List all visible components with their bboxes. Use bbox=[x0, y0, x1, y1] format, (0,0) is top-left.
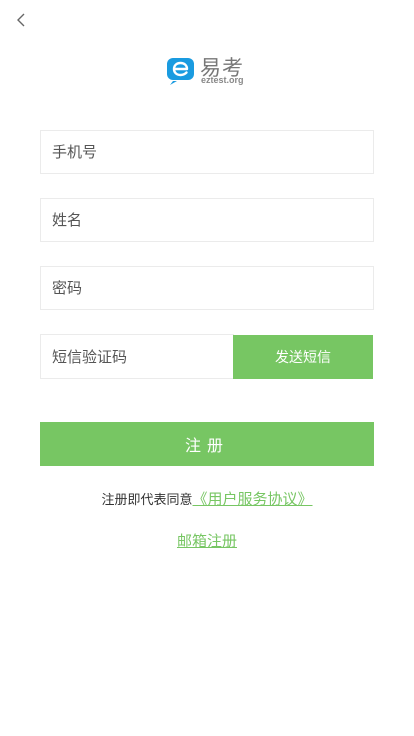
sms-code-input[interactable] bbox=[41, 335, 233, 378]
phone-input[interactable] bbox=[41, 131, 373, 173]
brand-logo: 易考 eztest.org bbox=[166, 54, 250, 88]
email-register-link[interactable]: 邮箱注册 bbox=[177, 532, 237, 550]
sms-code-field bbox=[40, 334, 234, 379]
agreement-text: 注册即代表同意《用户服务协议》 bbox=[0, 488, 414, 509]
email-register-row: 邮箱注册 bbox=[0, 530, 414, 551]
chevron-left-icon bbox=[17, 13, 25, 27]
register-button[interactable]: 注册 bbox=[40, 422, 374, 466]
password-field bbox=[40, 266, 374, 310]
agreement-prefix: 注册即代表同意 bbox=[101, 493, 193, 508]
name-field bbox=[40, 198, 374, 242]
name-input[interactable] bbox=[41, 199, 373, 241]
register-page: 易考 eztest.org 发送短信 注册 注册即代表同意《用户服务协议》 邮箱… bbox=[0, 0, 414, 736]
send-sms-button[interactable]: 发送短信 bbox=[233, 335, 373, 379]
eztest-logo-icon bbox=[167, 58, 194, 85]
password-input[interactable] bbox=[41, 267, 373, 309]
brand-name-en: eztest.org bbox=[201, 75, 244, 85]
user-agreement-link[interactable]: 《用户服务协议》 bbox=[193, 490, 313, 508]
back-button[interactable] bbox=[12, 10, 32, 30]
phone-field bbox=[40, 130, 374, 174]
